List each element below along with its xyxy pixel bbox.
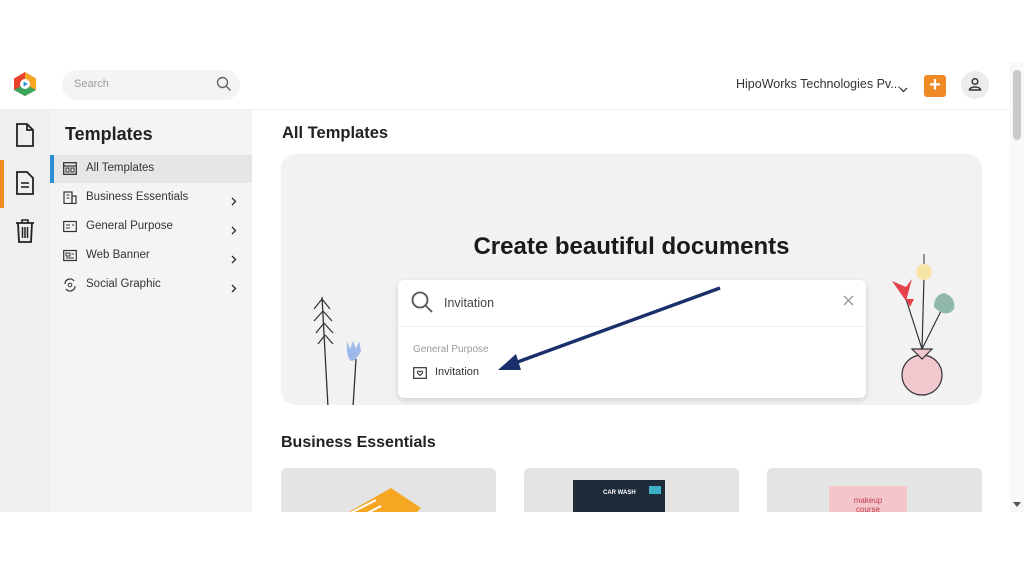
close-icon[interactable] — [843, 293, 854, 311]
sidebar-item-general-purpose[interactable]: General Purpose — [50, 213, 252, 241]
banner-icon — [63, 249, 77, 267]
search-icon — [410, 290, 434, 319]
user-icon — [968, 77, 982, 91]
sidebar-item-label: Social Graphic — [86, 278, 161, 290]
result-label: Invitation — [435, 366, 480, 378]
templates-sidebar: Templates All Templates Business Essenti… — [50, 110, 252, 512]
add-button[interactable]: + — [924, 75, 946, 97]
hero-title: Create beautiful documents — [473, 233, 790, 260]
global-search[interactable]: Search — [62, 70, 240, 100]
social-icon — [63, 278, 77, 297]
sidebar-title: Templates — [65, 124, 153, 144]
sidebar-item-social-graphic[interactable]: Social Graphic — [50, 271, 252, 299]
rail-active-indicator — [0, 160, 4, 208]
building-icon — [63, 191, 77, 209]
sidebar-item-label: General Purpose — [86, 220, 173, 232]
card-text: CAR WASH — [603, 490, 636, 496]
sidebar-item-all-templates[interactable]: All Templates — [50, 155, 252, 183]
card-thumbnail — [349, 488, 421, 512]
card-text: makeup course — [853, 496, 883, 512]
template-card[interactable] — [281, 468, 496, 512]
search-placeholder: Search — [74, 78, 109, 90]
card-thumbnail: CAR WASH — [573, 480, 665, 512]
chevron-right-icon[interactable] — [231, 251, 237, 269]
flower-vase-illustration — [892, 254, 955, 396]
file-text-icon[interactable] — [14, 170, 36, 201]
card-icon — [63, 220, 77, 238]
scrollbar-thumb[interactable] — [1013, 70, 1021, 140]
chevron-right-icon[interactable] — [231, 193, 237, 211]
user-avatar[interactable] — [961, 71, 989, 99]
chevron-down-icon[interactable] — [899, 80, 908, 98]
trash-icon[interactable] — [14, 218, 36, 249]
template-card[interactable]: CAR WASH — [524, 468, 739, 512]
card-thumbnail: makeup course — [829, 486, 907, 512]
invitation-icon — [413, 366, 427, 384]
chevron-right-icon[interactable] — [231, 280, 237, 298]
sidebar-item-business-essentials[interactable]: Business Essentials — [50, 184, 252, 212]
section-title: Business Essentials — [281, 434, 436, 451]
scroll-down-icon[interactable] — [1013, 502, 1021, 508]
page-scrollbar[interactable] — [1010, 62, 1024, 512]
sidebar-item-label: All Templates — [86, 162, 155, 174]
plant-illustration-left — [313, 296, 361, 405]
search-icon[interactable] — [216, 76, 232, 97]
document-icon[interactable] — [14, 122, 36, 153]
organization-name[interactable]: HipoWorks Technologies Pv... — [736, 77, 901, 91]
icon-rail — [0, 110, 50, 512]
page-title: All Templates — [282, 124, 389, 142]
chevron-right-icon[interactable] — [231, 222, 237, 240]
template-card[interactable]: makeup course — [767, 468, 982, 512]
sidebar-item-web-banner[interactable]: Web Banner — [50, 242, 252, 270]
tag-shape — [649, 486, 661, 494]
annotation-arrow — [498, 286, 721, 370]
app-window: Search HipoWorks Technologies Pv... + Te… — [0, 62, 1024, 512]
app-logo[interactable] — [12, 71, 38, 97]
grid-icon — [63, 162, 77, 180]
search-input-value[interactable]: Invitation — [444, 296, 494, 310]
sidebar-item-label: Web Banner — [86, 249, 150, 261]
sidebar-item-label: Business Essentials — [86, 191, 189, 203]
result-category-label: General Purpose — [413, 344, 489, 355]
